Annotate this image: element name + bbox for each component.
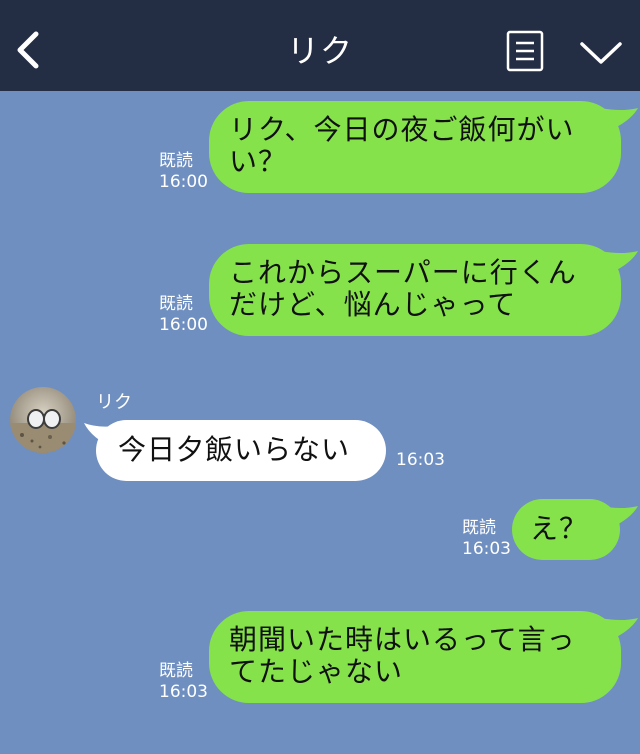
message-time: 16:03 (396, 450, 445, 470)
read-label: 既読 (462, 518, 496, 538)
message-line: え？ (530, 512, 589, 545)
chat-header: リク (0, 0, 640, 91)
chat-title: リク (286, 32, 353, 70)
read-receipt: 既読 16:03 (159, 661, 208, 703)
sender-name: リク (96, 392, 132, 413)
message-time: 16:03 (159, 682, 208, 702)
incoming-message-bubble[interactable]: 今日夕飯いらない (96, 420, 386, 481)
outgoing-message-bubble[interactable]: リク、今日の夜ご飯何がい い？ (209, 101, 621, 193)
avatar[interactable] (10, 387, 76, 453)
message-line: てたじゃない (229, 655, 404, 688)
message-line: リク、今日の夜ご飯何がい (229, 113, 575, 146)
message-time: 16:00 (159, 315, 208, 335)
message-line: 今日夕飯いらない (118, 433, 351, 466)
read-label: 既読 (159, 151, 193, 171)
avatar-photo-icon (10, 387, 76, 453)
read-receipt: 既読 16:00 (159, 294, 208, 336)
read-receipt: 既読 16:00 (159, 151, 208, 193)
message-line: い？ (229, 145, 288, 178)
message-line: 朝聞いた時はいるって言っ (229, 623, 576, 656)
message-line: だけど、悩んじゃって (229, 288, 517, 321)
message-time: 16:03 (462, 539, 511, 559)
read-receipt: 既読 16:03 (462, 518, 511, 560)
outgoing-message-bubble[interactable]: え？ (512, 499, 620, 560)
read-label: 既読 (159, 661, 193, 681)
menu-button[interactable] (506, 30, 544, 72)
message-time: 16:00 (159, 172, 208, 192)
outgoing-message-bubble[interactable]: これからスーパーに行くん だけど、悩んじゃって (209, 244, 621, 336)
chevron-down-icon (580, 42, 622, 64)
message-line: これからスーパーに行くん (229, 256, 577, 289)
read-label: 既読 (159, 294, 193, 314)
menu-list-icon (506, 30, 544, 72)
expand-button[interactable] (578, 38, 624, 68)
outgoing-message-bubble[interactable]: 朝聞いた時はいるって言っ てたじゃない (209, 611, 621, 703)
